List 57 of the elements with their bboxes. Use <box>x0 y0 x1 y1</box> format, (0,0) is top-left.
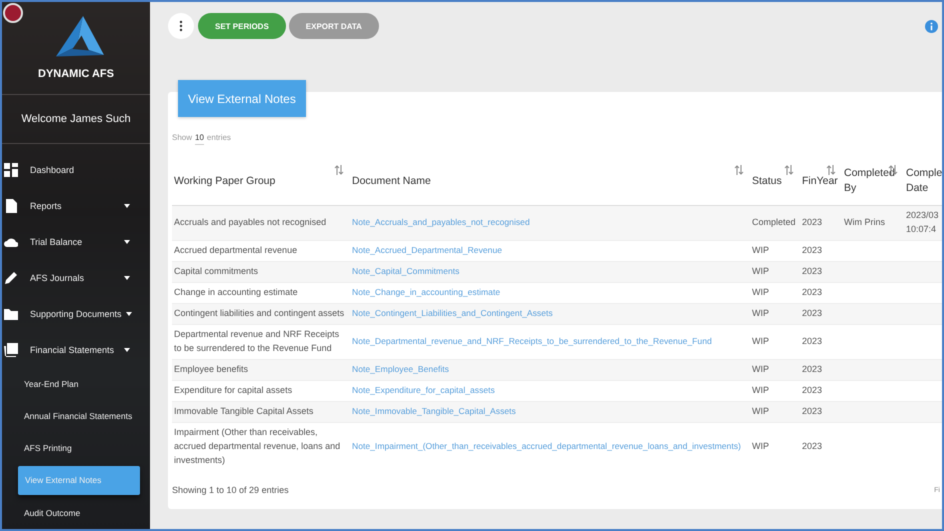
nav-item[interactable]: Financial Statements <box>2 332 150 368</box>
table-cell: 2023/03 10:07:4 <box>906 210 939 234</box>
nav-item[interactable]: Reports <box>2 188 150 224</box>
dashboard-grid-icon <box>4 163 18 177</box>
table-cell: WIP <box>752 287 769 298</box>
length-label: Show <box>172 133 192 144</box>
table-cell: Departmental revenue and NRF Receipts to be surrendered to the Revenue Fund <box>174 329 340 353</box>
table-cell: Contingent liabilities and contingent assets <box>174 308 344 318</box>
table-cell: WIP <box>752 364 769 374</box>
table-info: Showing 1 to 10 of 29 entries <box>172 485 289 495</box>
table-cell: 2023 <box>802 308 822 318</box>
length-label: entries <box>206 133 231 144</box>
table-cell: Wim Prins <box>844 217 885 228</box>
nav-item[interactable]: Trial Balance <box>2 224 150 260</box>
folder-icon <box>4 307 18 321</box>
record-dot-icon <box>3 3 23 23</box>
table-cell: Capital commitments <box>174 266 258 276</box>
document-icon <box>4 199 18 213</box>
table-cell: 2023 <box>802 364 822 374</box>
table-cell: Impairment (Other than receivables, accrued departmental revenue, loans and investments) <box>174 426 340 465</box>
table-cell: Accruals and payables not recognised <box>174 217 326 228</box>
nav-item[interactable]: Dashboard <box>2 152 150 188</box>
table-cell: WIP <box>752 308 769 318</box>
nav-item[interactable]: Year-End Plan <box>2 368 150 400</box>
table-cell: Accrued departmental revenue <box>174 245 298 256</box>
table-cell: 2023 <box>802 336 822 346</box>
table-cell: 2023 <box>802 384 822 395</box>
table-cell: 2023 <box>802 440 822 451</box>
table-cell: WIP <box>752 245 769 256</box>
table-cell: WIP <box>752 384 769 395</box>
table-cell: WIP <box>752 440 769 451</box>
table-cell: Employee benefits <box>174 364 248 374</box>
brand-name: DYNAMIC AFS <box>38 68 114 80</box>
nav-item[interactable]: Supporting Documents <box>2 296 150 332</box>
table-cell: WIP <box>752 266 769 276</box>
table-cell: WIP <box>752 336 769 346</box>
table-cell: Change in accounting estimate <box>174 287 298 298</box>
table-cell: Expenditure for capital assets <box>174 384 292 395</box>
table-cell: 2023 <box>802 217 822 228</box>
nav-item[interactable]: Audit Outcome <box>2 497 150 529</box>
table-cell: 2023 <box>802 245 822 256</box>
table-cell: WIP <box>752 406 769 416</box>
nav-item[interactable]: AFS Journals <box>2 260 150 296</box>
nav-item[interactable]: Annual Financial Statements <box>2 400 150 432</box>
entries-select[interactable]: 10 <box>195 133 204 145</box>
table-cell: Immovable Tangible Capital Assets <box>174 406 314 416</box>
nav-item[interactable]: AFS Printing <box>2 432 150 464</box>
info-icon[interactable] <box>925 20 938 32</box>
pencil-icon <box>4 271 18 285</box>
table-cell: 2023 <box>802 406 822 416</box>
table-cell: 2023 <box>802 266 822 276</box>
vertical-dots-icon <box>179 20 183 32</box>
stacked-pages-icon <box>4 343 18 357</box>
table-cell: 2023 <box>802 287 822 298</box>
more-options-button[interactable] <box>168 13 194 39</box>
welcome-text: Welcome James Such <box>21 113 131 125</box>
table-cell: Completed <box>752 217 796 228</box>
